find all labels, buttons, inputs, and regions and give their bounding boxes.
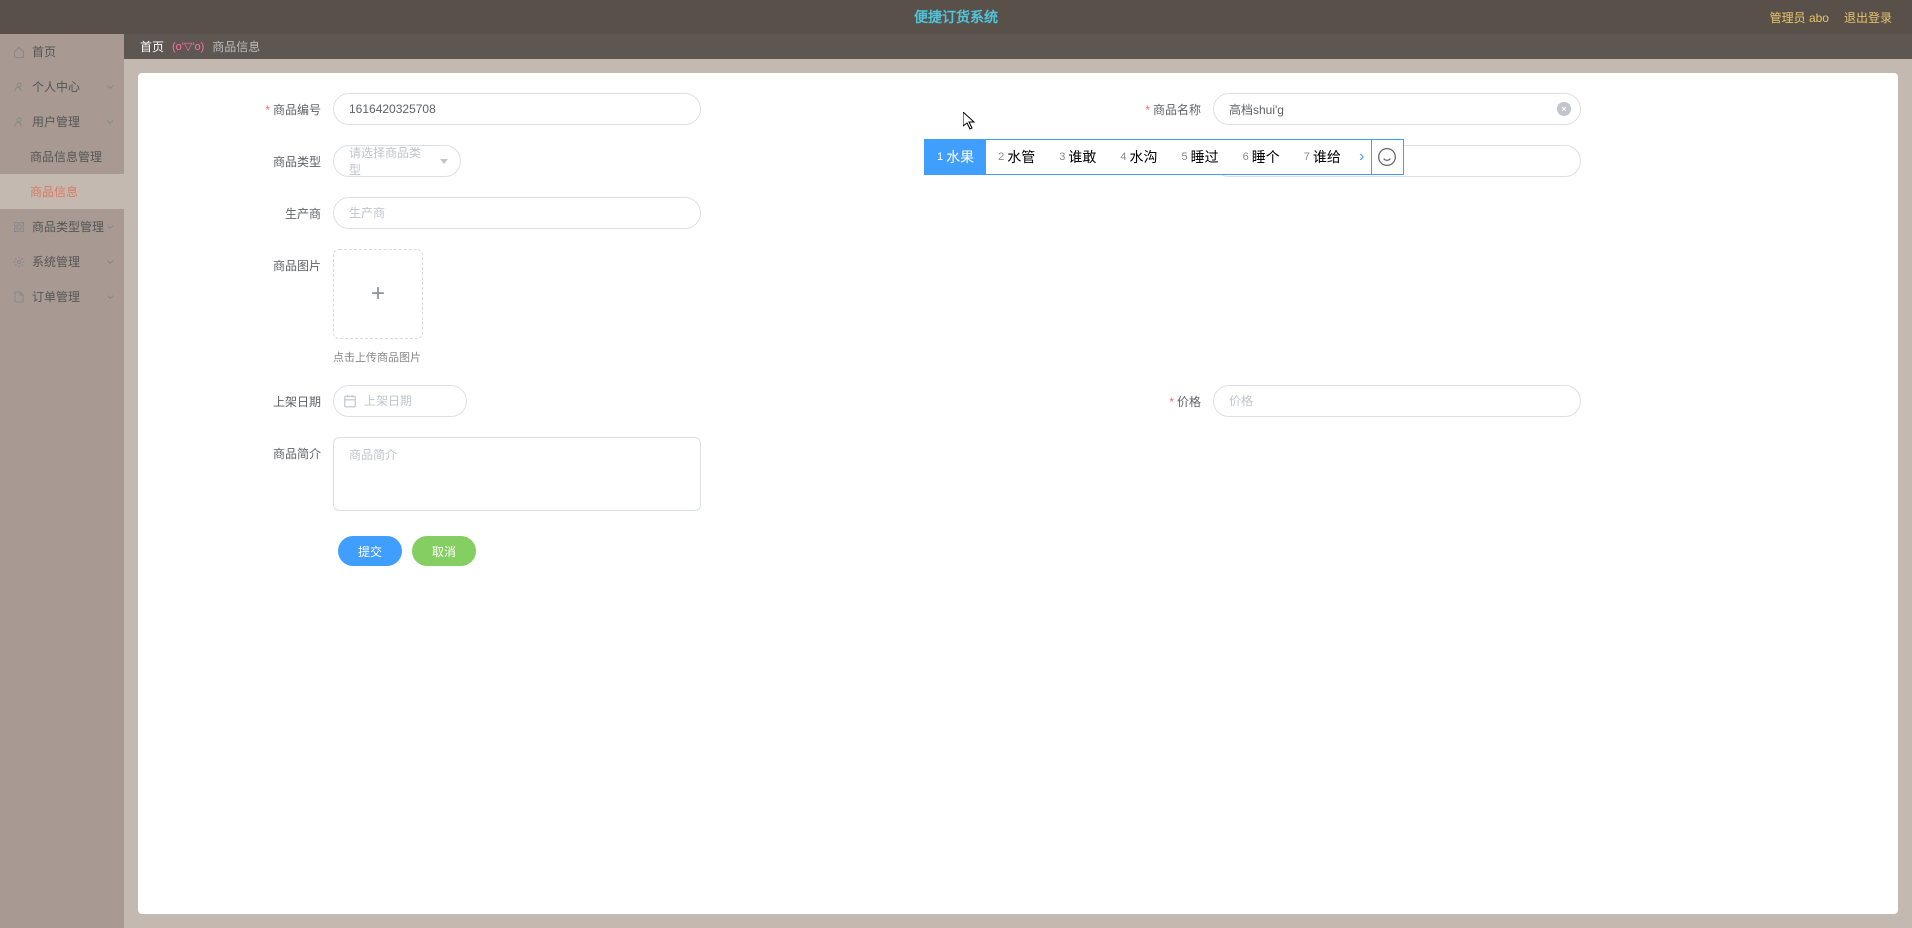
home-icon	[12, 45, 26, 59]
ime-candidate-4[interactable]: 4水沟	[1108, 140, 1169, 174]
sidebar: 首页 个人中心 用户管理 商品信息管理 商品信息 商品类型管理	[0, 34, 124, 928]
ime-candidate-6[interactable]: 6睡个	[1231, 140, 1292, 174]
doc-icon	[12, 290, 26, 304]
input-producer[interactable]	[333, 197, 701, 229]
sidebar-item-order[interactable]: 订单管理	[0, 279, 124, 314]
ime-next-icon[interactable]: ›	[1353, 148, 1371, 166]
sidebar-item-user-mgmt[interactable]: 用户管理	[0, 104, 124, 139]
app-header: 便捷订货系统 管理员 abo 退出登录	[0, 0, 1912, 34]
ime-candidate-7[interactable]: 7谁给	[1292, 140, 1353, 174]
calendar-icon	[343, 394, 357, 408]
logout-link[interactable]: 退出登录	[1844, 9, 1892, 26]
label-product-name: *商品名称	[1018, 93, 1213, 118]
sidebar-item-home[interactable]: 首页	[0, 34, 124, 69]
user-icon	[12, 80, 26, 94]
grid-icon	[12, 220, 26, 234]
app-title: 便捷订货系统	[914, 7, 998, 27]
label-product-code: *商品编号	[138, 93, 333, 118]
ime-candidate-3[interactable]: 3谁敢	[1047, 140, 1108, 174]
form-content: *商品编号 *商品名称	[138, 73, 1898, 914]
breadcrumb-home[interactable]: 首页	[140, 38, 164, 55]
submit-button[interactable]: 提交	[338, 536, 402, 566]
clear-icon[interactable]	[1557, 102, 1571, 116]
breadcrumb-current: 商品信息	[212, 38, 260, 55]
textarea-intro[interactable]	[333, 437, 701, 511]
sidebar-sub-product-info-mgmt[interactable]: 商品信息管理	[0, 139, 124, 174]
plus-icon: +	[371, 280, 385, 308]
select-product-type[interactable]: 请选择商品类型	[333, 145, 461, 177]
label-product-type: 商品类型	[138, 145, 333, 170]
input-product-name[interactable]	[1213, 93, 1581, 125]
ime-popup: 1水果 2水管 3谁敢 4水沟 5睡过 6睡个 7谁给 ›	[924, 139, 1404, 175]
label-image: 商品图片	[138, 249, 333, 274]
sidebar-item-system[interactable]: 系统管理	[0, 244, 124, 279]
label-list-date: 上架日期	[138, 385, 333, 410]
label-price: *价格	[1018, 385, 1213, 410]
upload-image[interactable]: +	[333, 249, 423, 339]
input-price[interactable]	[1213, 385, 1581, 417]
sidebar-item-profile[interactable]: 个人中心	[0, 69, 124, 104]
user-icon	[12, 115, 26, 129]
ime-candidate-5[interactable]: 5睡过	[1170, 140, 1231, 174]
ime-candidate-1[interactable]: 1水果	[925, 140, 986, 174]
input-product-code[interactable]	[333, 93, 701, 125]
admin-label[interactable]: 管理员 abo	[1770, 9, 1829, 26]
label-producer: 生产商	[138, 197, 333, 222]
ime-emoji-icon[interactable]	[1371, 139, 1403, 175]
header-right: 管理员 abo 退出登录	[1770, 9, 1892, 26]
sidebar-sub-product-info[interactable]: 商品信息	[0, 174, 124, 209]
sidebar-item-product-type[interactable]: 商品类型管理	[0, 209, 124, 244]
breadcrumb-face: (o'▽'o)	[172, 40, 204, 53]
label-intro: 商品简介	[138, 437, 333, 462]
upload-hint: 点击上传商品图片	[333, 349, 423, 365]
breadcrumb: 首页 (o'▽'o) 商品信息	[124, 34, 1912, 59]
cancel-button[interactable]: 取消	[412, 536, 476, 566]
gear-icon	[12, 255, 26, 269]
ime-candidate-2[interactable]: 2水管	[986, 140, 1047, 174]
